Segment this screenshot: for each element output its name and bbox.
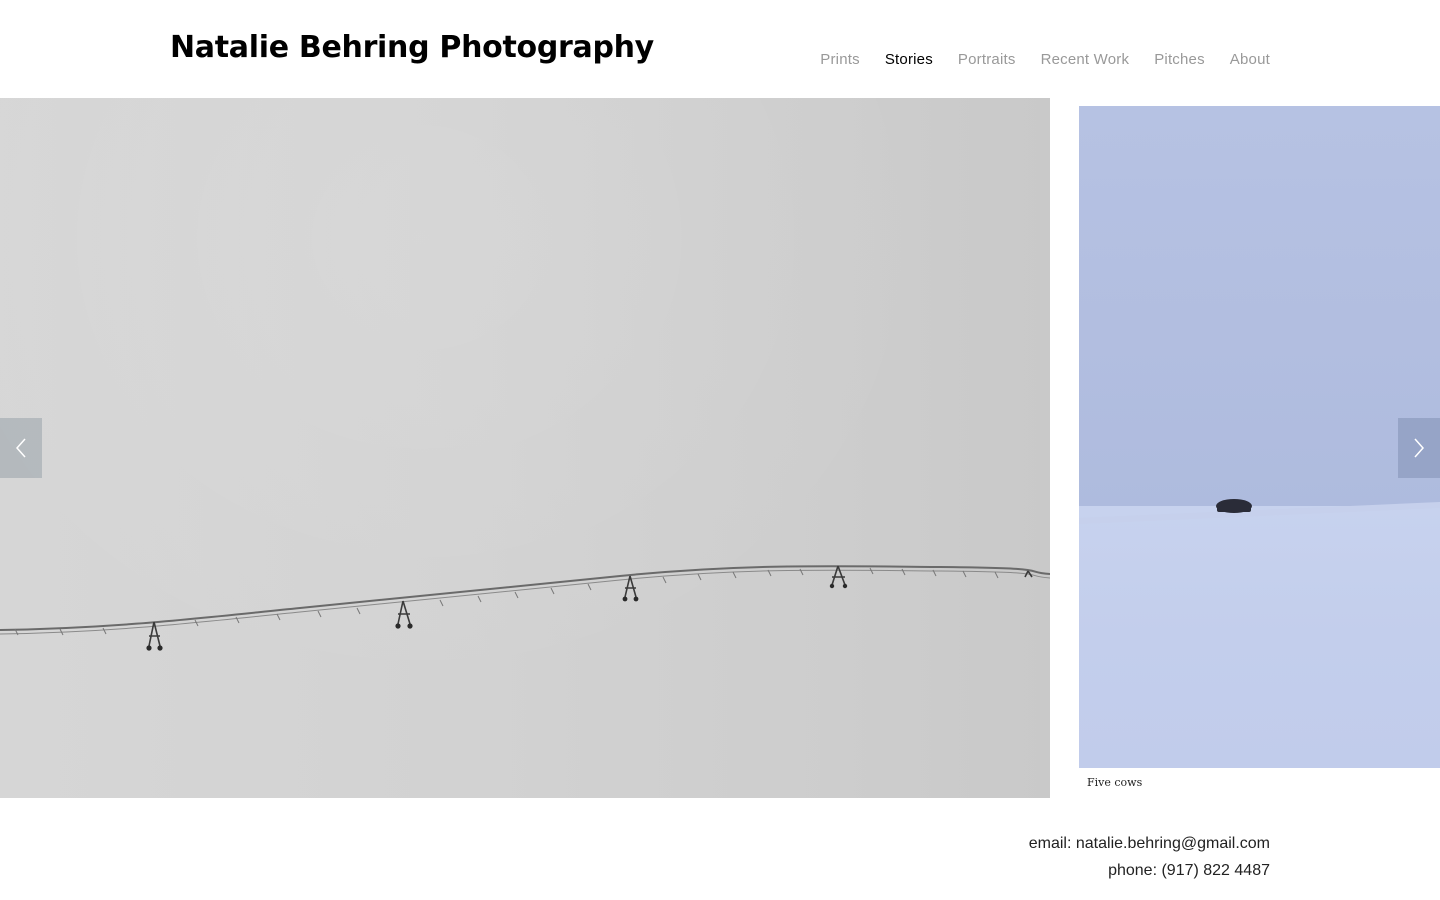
slide-caption: Five cows (1087, 776, 1143, 789)
nav-item-about[interactable]: About (1230, 51, 1270, 68)
nav-item-stories[interactable]: Stories (885, 51, 933, 68)
contact-phone: phone: (917) 822 4487 (1108, 862, 1270, 879)
slideshow-prev-button[interactable] (0, 418, 42, 478)
current-slide-photo[interactable] (0, 98, 1050, 798)
next-slide[interactable]: Five cows (1079, 106, 1440, 798)
main-nav: Prints Stories Portraits Recent Work Pit… (820, 48, 1270, 70)
nav-item-portraits[interactable]: Portraits (958, 51, 1016, 68)
site-title-link[interactable]: Natalie Behring Photography (170, 28, 654, 68)
contact-email[interactable]: email: natalie.behring@gmail.com (1029, 830, 1270, 857)
contact-info: email: natalie.behring@gmail.com phone: … (1029, 830, 1270, 884)
next-slide-photo (1079, 106, 1440, 768)
nav-item-prints[interactable]: Prints (820, 51, 860, 68)
slideshow: Five cows (0, 98, 1440, 798)
site-header: Natalie Behring Photography Prints Stori… (0, 0, 1440, 98)
chevron-left-icon (15, 438, 26, 458)
irrigation-pivot-graphic (0, 565, 1050, 651)
slideshow-next-button[interactable] (1398, 418, 1440, 478)
nav-item-recent-work[interactable]: Recent Work (1041, 51, 1130, 68)
chevron-right-icon (1414, 438, 1425, 458)
cows-silhouette (1079, 499, 1440, 524)
nav-item-pitches[interactable]: Pitches (1154, 51, 1205, 68)
